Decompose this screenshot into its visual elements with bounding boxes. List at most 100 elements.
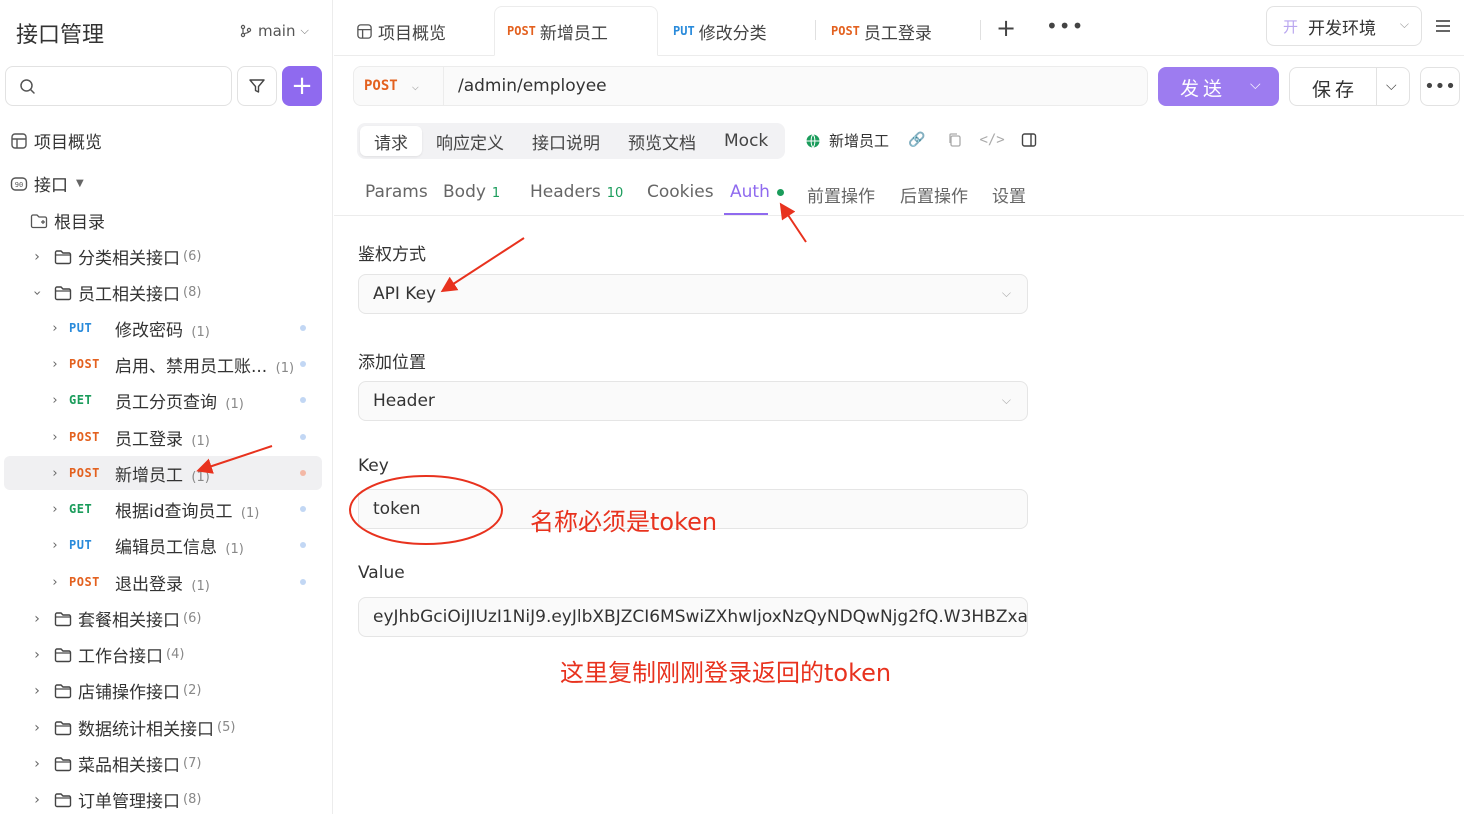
method-selector[interactable]: POST ⌵ <box>354 67 444 105</box>
tab-headers[interactable]: Headers 10 <box>530 182 623 202</box>
folder-item[interactable]: › 工作台接口 (4) <box>30 642 184 668</box>
url-bar: POST ⌵ /admin/employee <box>353 66 1148 106</box>
folder-icon <box>54 756 72 771</box>
api-name: 编辑员工信息 (1) <box>115 537 244 558</box>
plus-icon: + <box>996 14 1017 42</box>
copy-icon[interactable] <box>947 132 963 148</box>
tabs-more-button[interactable]: ••• <box>1046 14 1084 38</box>
api-item[interactable]: › PUT 编辑员工信息 (1) <box>4 528 322 562</box>
environment-selector[interactable]: 开 开发环境 ⌵ <box>1266 6 1422 46</box>
hamburger-menu-icon[interactable] <box>1434 18 1452 34</box>
api-item[interactable]: › PUT 修改密码 (1) <box>4 311 322 345</box>
folder-item[interactable]: › 数据统计相关接口 (5) <box>30 715 235 741</box>
svg-text:90: 90 <box>15 181 23 189</box>
api-item-active[interactable]: › POST 新增员工 (1) <box>4 456 322 490</box>
api-item[interactable]: › GET 员工分页查询 (1) <box>4 383 322 417</box>
position-select[interactable]: Header ⌵ <box>358 381 1028 421</box>
tab-employee-login[interactable]: POST 员工登录 <box>831 6 932 56</box>
folder-item[interactable]: › 店铺操作接口 (2) <box>30 678 202 704</box>
add-button[interactable]: + <box>282 66 322 106</box>
auth-type-select[interactable]: API Key ⌵ <box>358 274 1028 314</box>
segment-response[interactable]: 响应定义 <box>422 126 518 156</box>
status-dot <box>300 542 306 548</box>
sidebar-item-overview[interactable]: 项目概览 <box>10 128 102 153</box>
value-input[interactable]: eyJhbGciOiJIUzI1NiJ9.eyJlbXBJZCI6MSwiZXh… <box>358 597 1028 637</box>
tab-cookies[interactable]: Cookies <box>647 182 714 202</box>
search-input[interactable] <box>5 66 232 106</box>
sidebar: 接口管理 main ⌵ + 项目概览 90 接口 ▼ 根目录 › 分类相关接口 … <box>0 0 333 814</box>
branch-selector[interactable]: main ⌵ <box>239 22 309 40</box>
filter-button[interactable] <box>237 66 277 106</box>
chevron-right-icon: › <box>34 610 40 627</box>
send-button[interactable]: 发送 ⌵ <box>1158 67 1279 106</box>
folder-count: (7) <box>183 756 202 771</box>
chevron-right-icon: › <box>34 248 40 265</box>
tab-body[interactable]: Body 1 <box>443 182 500 202</box>
tab-edit-category[interactable]: PUT 修改分类 <box>673 6 767 56</box>
folder-count: (8) <box>183 792 202 807</box>
folder-label: 菜品相关接口 <box>78 756 180 776</box>
send-label: 发送 <box>1180 78 1227 100</box>
tab-divider <box>980 20 981 40</box>
annotation-value-note: 这里复制刚刚登录返回的token <box>560 659 892 687</box>
chevron-right-icon: › <box>34 646 40 663</box>
method-badge: POST <box>69 357 100 371</box>
tab-pre-operations[interactable]: 前置操作 <box>807 182 875 207</box>
folder-item[interactable]: › 分类相关接口 (6) <box>30 244 202 270</box>
segment-description[interactable]: 接口说明 <box>518 126 614 156</box>
more-icon: ••• <box>1046 14 1085 38</box>
new-tab-button[interactable]: + <box>996 16 1016 40</box>
status-dot <box>300 470 306 476</box>
more-options-button[interactable]: ••• <box>1420 67 1460 106</box>
api-name: 根据id查询员工 (1) <box>115 501 260 522</box>
tab-add-employee[interactable]: POST 新增员工 <box>494 6 658 56</box>
param-tabs: Params Body 1 Headers 10 Cookies Auth 前置操作… <box>334 166 1464 216</box>
api-title-text: 新增员工 <box>829 132 890 150</box>
chevron-down-icon[interactable]: ⌵ <box>1386 78 1397 94</box>
folder-item[interactable]: › 菜品相关接口 (7) <box>30 751 202 777</box>
folder-label: 店铺操作接口 <box>78 683 180 703</box>
sidebar-item-root[interactable]: 根目录 <box>30 208 105 233</box>
tab-post-operations[interactable]: 后置操作 <box>900 182 968 207</box>
api-name: 新增员工 (1) <box>115 465 210 486</box>
chevron-down-icon[interactable]: ⌵ <box>1250 77 1261 93</box>
folder-count: (2) <box>183 683 202 698</box>
folder-label: 订单管理接口 <box>78 792 180 812</box>
tab-settings[interactable]: 设置 <box>992 182 1026 207</box>
tab-auth[interactable]: Auth <box>730 182 770 202</box>
api-item[interactable]: › POST 员工登录 (1) <box>4 420 322 454</box>
panel-icon[interactable] <box>1021 132 1037 148</box>
method-badge: POST <box>69 466 100 480</box>
sidebar-item-interfaces[interactable]: 90 接口 ▼ <box>10 171 84 196</box>
folder-item[interactable]: › 员工相关接口 (8) <box>29 280 201 305</box>
api-name: 修改密码 (1) <box>115 320 210 341</box>
folder-icon <box>54 647 72 662</box>
method-badge: PUT <box>69 538 93 552</box>
chevron-right-icon: › <box>34 719 40 736</box>
status-dot <box>300 397 306 403</box>
segment-request[interactable]: 请求 <box>360 126 422 156</box>
folder-count: (6) <box>183 249 202 264</box>
api-item[interactable]: › POST 退出登录 (1) <box>4 565 322 599</box>
segment-preview[interactable]: 预览文档 <box>614 126 710 156</box>
method-badge: GET <box>69 393 93 407</box>
link-icon[interactable]: 🔗 <box>908 132 925 148</box>
more-icon: ••• <box>1424 76 1456 97</box>
folder-item[interactable]: › 套餐相关接口 (6) <box>30 606 201 632</box>
status-dot <box>300 579 306 585</box>
url-input[interactable]: /admin/employee <box>458 76 607 96</box>
segment-mock[interactable]: Mock <box>710 126 782 156</box>
auth-status-dot <box>777 189 784 196</box>
api-item[interactable]: › POST 启用、禁用员工账... (1) <box>4 347 322 381</box>
tab-params[interactable]: Params <box>365 182 428 202</box>
caret-down-icon: ▼ <box>76 178 84 189</box>
api-item[interactable]: › GET 根据id查询员工 (1) <box>4 492 322 526</box>
key-value: token <box>373 499 421 519</box>
folder-item[interactable]: › 订单管理接口 (8) <box>30 787 202 813</box>
api-name: 启用、禁用员工账... (1) <box>115 356 295 377</box>
save-button[interactable]: 保存 ⌵ <box>1289 67 1410 106</box>
tab-overview[interactable]: 项目概览 <box>356 6 446 56</box>
status-dot <box>300 506 306 512</box>
code-icon[interactable]: </> <box>979 132 1004 148</box>
branch-label: main <box>258 22 296 40</box>
